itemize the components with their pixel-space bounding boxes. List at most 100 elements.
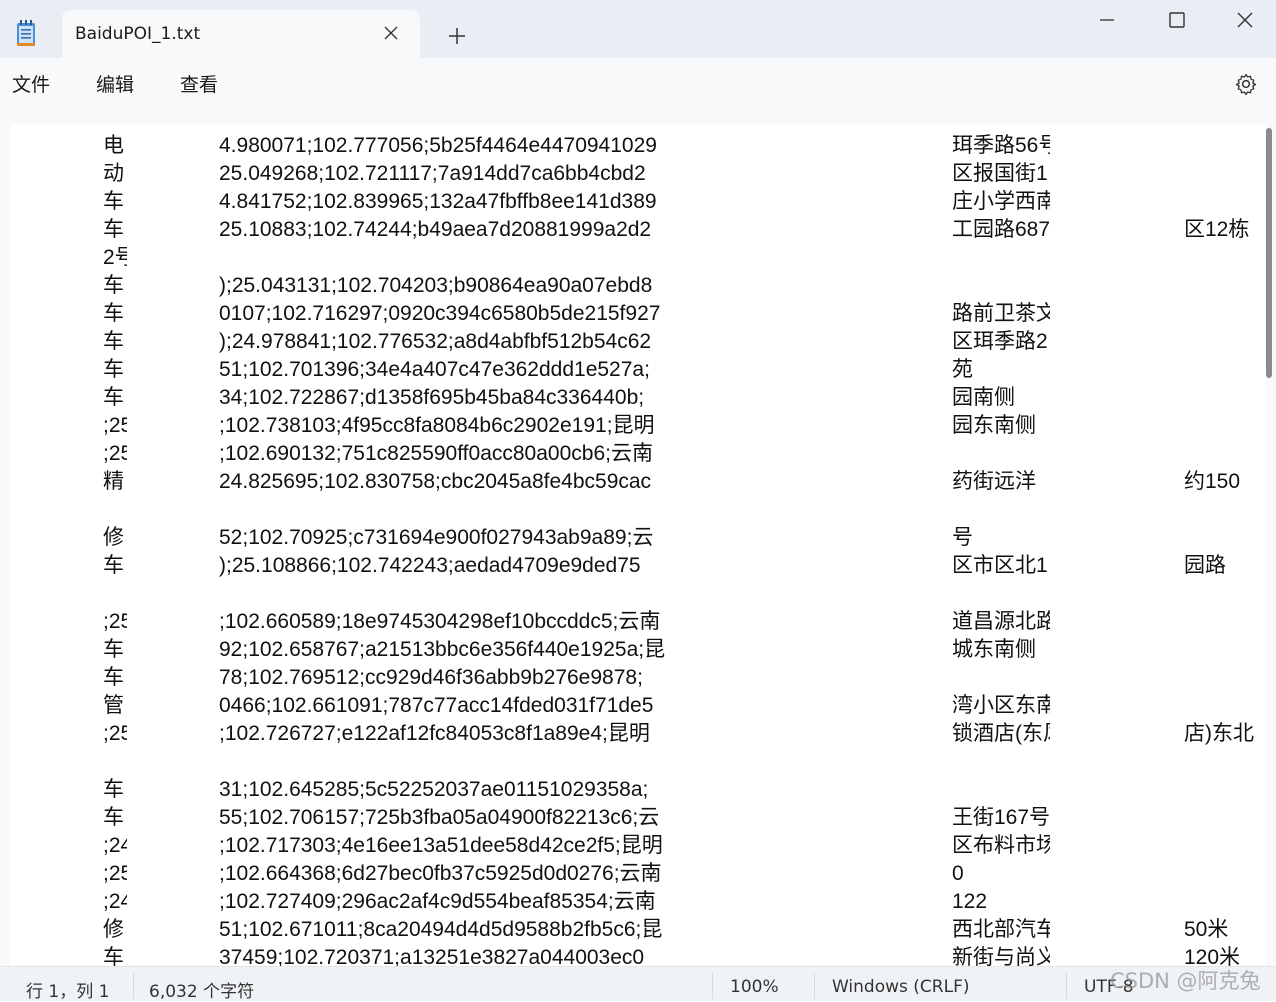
text-segment: 精	[103, 470, 124, 493]
text-line[interactable]	[0, 580, 1276, 608]
text-segment: 51;102.701396;34e4a407c47e362ddd1e527a;	[219, 358, 650, 381]
text-segment: 工园路687-	[952, 218, 1050, 241]
maximize-button[interactable]	[1142, 0, 1212, 40]
text-line[interactable]	[0, 496, 1276, 524]
text-line[interactable]: 车);24.978841;102.776532;a8d4abfbf512b54c…	[0, 328, 1276, 356]
text-line[interactable]: ;24 ;102.717303;4e16ee13a51dee58d42ce2f5;…	[0, 832, 1276, 860]
text-segment: ;25	[103, 610, 127, 633]
text-segment: 园路	[1184, 554, 1226, 577]
text-segment: 王街167号	[952, 806, 1050, 829]
settings-button[interactable]	[1232, 70, 1260, 98]
text-segment: ;25	[103, 722, 127, 745]
text-line[interactable]: 车 25.10883;102.74244;b49aea7d20881999a2d2…	[0, 216, 1276, 244]
text-segment: 车	[103, 806, 124, 829]
text-line[interactable]: 车 92;102.658767;a21513bbc6e356f440e1925a;…	[0, 636, 1276, 664]
text-line[interactable]: 车 0107;102.716297;0920c394c6580b5de215f92…	[0, 300, 1276, 328]
text-line[interactable]: ;25 ;102.738103;4f95cc8fa8084b6c2902e191;…	[0, 412, 1276, 440]
text-segment: 0	[952, 862, 964, 885]
text-line[interactable]: 车 51;102.701396;34e4a407c47e362ddd1e527a;…	[0, 356, 1276, 384]
text-line[interactable]: 修 52;102.70925;c731694e900f027943ab9a89;云…	[0, 524, 1276, 552]
tab-file[interactable]: BaiduPOI_1.txt	[62, 10, 420, 58]
text-line[interactable]: 车 55;102.706157;725b3fba05a04900f82213c6;…	[0, 804, 1276, 832]
text-segment: ;25	[103, 442, 127, 465]
text-segment: 车	[103, 302, 124, 325]
text-segment: 51;102.671011;8ca20494d4d5d9588b2fb5c6;昆	[219, 918, 663, 941]
character-count: 6,032 个字符	[149, 982, 255, 1002]
text-segment: 4.841752;102.839965;132a47fbffb8ee141d38…	[219, 190, 657, 213]
text-segment: 车	[103, 218, 124, 241]
close-tab-button[interactable]	[376, 18, 406, 48]
line-ending[interactable]: Windows (CRLF)	[832, 977, 970, 997]
text-segment: ;102.726727;e122af12fc84053c8f1a89e4;昆明	[219, 722, 650, 745]
text-line[interactable]: 管 0466;102.661091;787c77acc14fded031f71de…	[0, 692, 1276, 720]
tab-title: BaiduPOI_1.txt	[75, 24, 201, 44]
text-segment: 2号	[103, 246, 127, 269]
divider	[133, 973, 134, 999]
text-line[interactable]: ;25 ;102.660589;18e9745304298ef10bccddc5;…	[0, 608, 1276, 636]
text-segment: 锁酒店(东风	[952, 722, 1050, 745]
text-segment: 50米	[1184, 918, 1229, 941]
text-segment: 78;102.769512;cc929d46f36abb9b276e9878;	[219, 666, 643, 689]
text-line[interactable]: 修 51;102.671011;8ca20494d4d5d9588b2fb5c6;…	[0, 916, 1276, 944]
text-segment: 车	[103, 358, 124, 381]
text-line[interactable]: ;25 ;102.726727;e122af12fc84053c8f1a89e4;…	[0, 720, 1276, 748]
zoom-level[interactable]: 100%	[730, 977, 779, 997]
minimize-button[interactable]	[1072, 0, 1142, 40]
text-segment: ;102.717303;4e16ee13a51dee58d42ce2f5;昆明	[219, 834, 663, 857]
menu-edit[interactable]: 编辑	[96, 70, 134, 97]
text-line[interactable]: 电 4.980071;102.777056;5b25f4464e447094102…	[0, 132, 1276, 160]
text-line[interactable]: 车 31;102.645285;5c52252037ae01151029358a;	[0, 776, 1276, 804]
text-segment: 号	[952, 526, 973, 549]
close-icon	[384, 26, 398, 40]
text-line[interactable]: 车);25.108866;102.742243;aedad4709e9ded75…	[0, 552, 1276, 580]
text-segment: 园南侧	[952, 386, 1015, 409]
text-segment: 车	[103, 386, 124, 409]
text-segment: 25.049268;102.721117;7a914dd7ca6bb4cbd2	[219, 162, 646, 185]
text-segment: 园东南侧	[952, 414, 1036, 437]
text-segment: 区珥季路2	[952, 330, 1048, 353]
text-line[interactable]: ;25 ;102.690132;751c825590ff0acc80a00cb6;…	[0, 440, 1276, 468]
text-segment: ;102.660589;18e9745304298ef10bccddc5;云南	[219, 610, 661, 633]
text-segment: ;24	[103, 834, 127, 857]
menu-view[interactable]: 查看	[180, 70, 218, 97]
text-segment: 车	[103, 638, 124, 661]
text-segment: 31;102.645285;5c52252037ae01151029358a;	[219, 778, 649, 801]
text-segment: 0466;102.661091;787c77acc14fded031f71de5	[219, 694, 654, 717]
text-line[interactable]: 车 34;102.722867;d1358f695b45ba84c336440b;…	[0, 384, 1276, 412]
menu-file[interactable]: 文件	[12, 70, 50, 97]
gear-icon	[1235, 73, 1257, 96]
text-segment: 55;102.706157;725b3fba05a04900f82213c6;云	[219, 806, 660, 829]
text-segment: 修	[103, 526, 124, 549]
text-segment: 珥季路56号	[952, 134, 1050, 157]
text-segment: 苑	[952, 358, 973, 381]
text-line[interactable]: 精 24.825695;102.830758;cbc2045a8fe4bc59ca…	[0, 468, 1276, 496]
text-segment: 92;102.658767;a21513bbc6e356f440e1925a;昆	[219, 638, 666, 661]
text-segment: 管	[103, 694, 124, 717]
text-segment: );25.043131;102.704203;b90864ea90a07ebd8	[219, 274, 653, 297]
text-segment: );24.978841;102.776532;a8d4abfbf512b54c6…	[219, 330, 652, 353]
text-line[interactable]: 车 78;102.769512;cc929d46f36abb9b276e9878;	[0, 664, 1276, 692]
text-segment: ;25	[103, 862, 127, 885]
text-segment: 24.825695;102.830758;cbc2045a8fe4bc59cac	[219, 470, 652, 493]
text-segment: 区12栋	[1184, 218, 1250, 241]
new-tab-button[interactable]	[440, 20, 474, 52]
minimize-icon	[1100, 19, 1114, 21]
text-segment: 52;102.70925;c731694e900f027943ab9a89;云	[219, 526, 654, 549]
notepad-icon	[16, 20, 36, 46]
text-segment: 车	[103, 666, 124, 689]
text-line[interactable]: ;25 ;102.664368;6d27bec0fb37c5925d0d0276;…	[0, 860, 1276, 888]
text-line[interactable]: 2号	[0, 244, 1276, 272]
text-segment: 西北部汽车	[952, 918, 1050, 941]
text-segment: 湾小区东南	[952, 694, 1050, 717]
text-segment: 车	[103, 554, 124, 577]
text-line[interactable]: ;24 ;102.727409;296ac2af4c9d554beaf85354;…	[0, 888, 1276, 916]
cursor-position[interactable]: 行 1，列 1	[26, 977, 109, 1002]
divider	[712, 973, 713, 999]
vertical-scrollbar[interactable]	[1266, 128, 1272, 378]
text-line[interactable]: 车 4.841752;102.839965;132a47fbffb8ee141d3…	[0, 188, 1276, 216]
text-line[interactable]: 动 25.049268;102.721117;7a914dd7ca6bb4cbd2…	[0, 160, 1276, 188]
close-window-button[interactable]	[1210, 0, 1276, 40]
text-segment: 庄小学西南	[952, 190, 1050, 213]
text-line[interactable]: 车);25.043131;102.704203;b90864ea90a07ebd…	[0, 272, 1276, 300]
text-line[interactable]	[0, 748, 1276, 776]
